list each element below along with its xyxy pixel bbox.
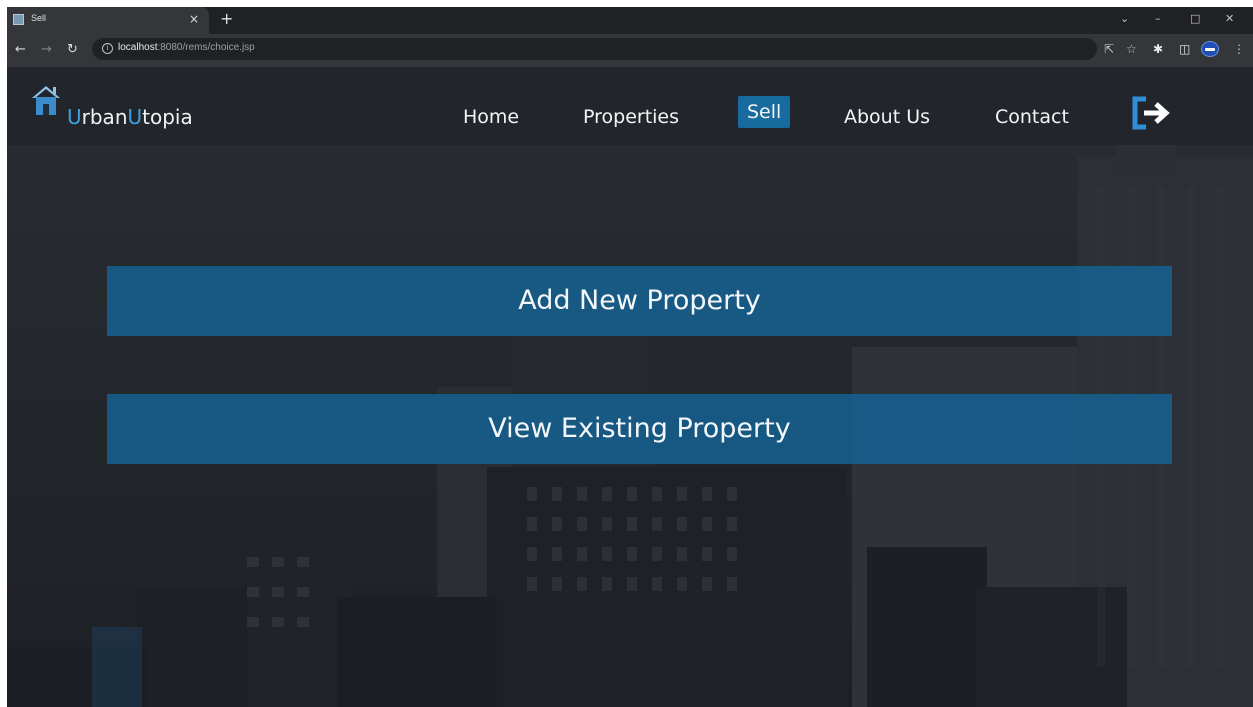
extensions-icon[interactable]: ✱ — [1153, 42, 1163, 56]
url-host: localhost — [118, 42, 158, 53]
tab-title: Sell — [31, 13, 47, 23]
info-icon[interactable]: i — [102, 43, 113, 54]
restore-icon[interactable]: □ — [1190, 12, 1200, 26]
browser-toolbar: ← → ↻ i localhost:8080/rems/choice.jsp ⇱… — [7, 34, 1253, 67]
brand-text-1: rban — [81, 105, 128, 129]
forward-icon[interactable]: → — [41, 42, 52, 58]
home-logo-icon[interactable] — [31, 84, 61, 116]
nav-sell[interactable]: Sell — [738, 96, 791, 128]
share-icon[interactable]: ⇱ — [1104, 42, 1114, 56]
tab-search-icon[interactable]: ⌄ — [1120, 12, 1129, 26]
url-text: localhost:8080/rems/choice.jsp — [118, 42, 255, 53]
nav-home[interactable]: Home — [463, 105, 519, 129]
site-navbar: UrbanUtopia Home Properties Sell About U… — [7, 67, 1253, 145]
browser-window: Sell × + ⌄ – □ ✕ ← → ↻ i localhost:8080/… — [7, 7, 1253, 707]
reload-icon[interactable]: ↻ — [67, 42, 78, 58]
new-tab-button[interactable]: + — [220, 10, 233, 28]
page-content: UrbanUtopia Home Properties Sell About U… — [7, 67, 1253, 707]
add-new-property-button[interactable]: Add New Property — [107, 266, 1172, 336]
city-skyline-background — [7, 67, 1253, 707]
close-window-icon[interactable]: ✕ — [1225, 12, 1234, 26]
nav-about-us[interactable]: About Us — [844, 105, 930, 129]
view-existing-property-button[interactable]: View Existing Property — [107, 394, 1172, 464]
favicon-icon — [13, 14, 24, 25]
back-icon[interactable]: ← — [15, 42, 26, 58]
site-brand[interactable]: UrbanUtopia — [67, 105, 193, 129]
brand-initial-2: U — [127, 105, 143, 129]
browser-tab[interactable]: Sell × — [7, 7, 209, 34]
side-panel-icon[interactable]: ◫ — [1179, 42, 1190, 56]
brand-text-2: topia — [142, 105, 193, 129]
tab-close-icon[interactable]: × — [189, 12, 199, 26]
tab-strip: Sell × + ⌄ – □ ✕ — [7, 7, 1253, 34]
url-path: :8080/rems/choice.jsp — [157, 42, 255, 53]
brand-initial-1: U — [67, 105, 82, 129]
profile-icon[interactable] — [1201, 41, 1219, 57]
logout-icon[interactable] — [1130, 95, 1174, 131]
nav-properties[interactable]: Properties — [583, 105, 679, 129]
minimize-icon[interactable]: – — [1155, 12, 1161, 26]
star-icon[interactable]: ☆ — [1126, 42, 1137, 56]
menu-icon[interactable]: ⋮ — [1233, 42, 1245, 56]
nav-contact[interactable]: Contact — [995, 105, 1069, 129]
address-bar[interactable]: i localhost:8080/rems/choice.jsp — [92, 38, 1097, 60]
